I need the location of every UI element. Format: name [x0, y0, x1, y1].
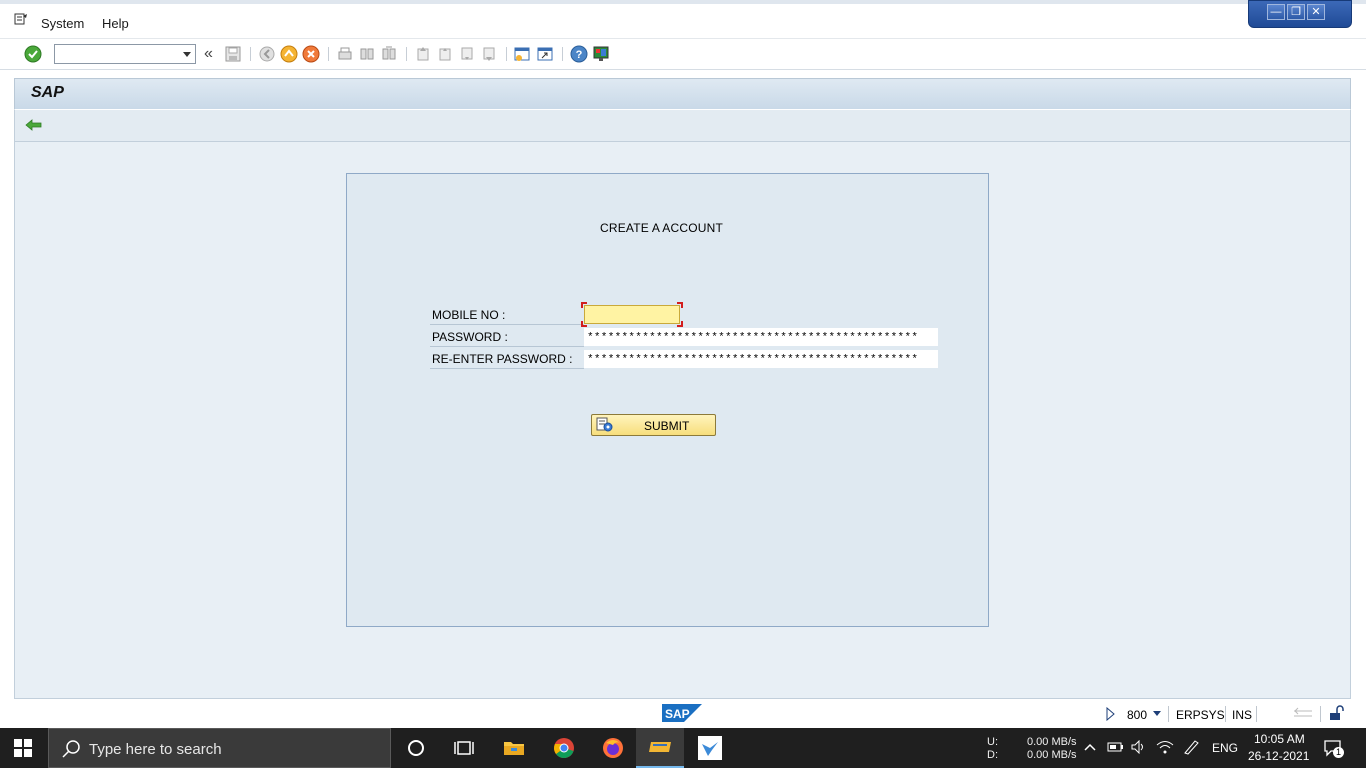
- menu-system[interactable]: System: [41, 16, 84, 31]
- shortcut-icon[interactable]: [536, 45, 554, 63]
- clock-date[interactable]: 26-12-2021: [1248, 749, 1309, 763]
- screen-title-bar: SAP: [14, 78, 1351, 109]
- command-field[interactable]: [54, 44, 196, 64]
- net-upload-value: 0.00 MB/s: [1027, 736, 1077, 748]
- pen-icon[interactable]: [1182, 739, 1200, 755]
- notification-center-icon[interactable]: 1: [1323, 738, 1344, 758]
- save-icon[interactable]: [224, 45, 242, 63]
- chevron-down-icon[interactable]: [1153, 711, 1161, 716]
- collapse-command-field-icon[interactable]: «: [204, 45, 213, 63]
- toolbar-separator: [328, 47, 329, 61]
- app-bird-icon[interactable]: [686, 728, 734, 768]
- form-heading: CREATE A ACCOUNT: [600, 221, 724, 235]
- insert-mode[interactable]: INS: [1232, 708, 1252, 722]
- firefox-icon[interactable]: [589, 728, 637, 768]
- wifi-icon[interactable]: [1156, 740, 1174, 754]
- language-indicator[interactable]: ENG: [1212, 741, 1238, 755]
- focus-corner: [581, 302, 587, 308]
- window-controls: — ❐ ✕: [1248, 0, 1352, 28]
- toolbar-separator: [406, 47, 407, 61]
- status-separator: [1225, 706, 1226, 722]
- cortana-icon[interactable]: [392, 728, 440, 768]
- customize-layout-icon[interactable]: [592, 45, 610, 63]
- create-session-icon[interactable]: [513, 45, 531, 63]
- mobile-no-input[interactable]: [584, 305, 680, 324]
- menu-bar: System Help — ❐ ✕: [0, 0, 1366, 38]
- net-download-value: 0.00 MB/s: [1027, 749, 1077, 761]
- window-top-border: [0, 0, 1366, 4]
- cancel-icon[interactable]: [302, 45, 320, 63]
- status-separator: [1168, 706, 1169, 722]
- reenter-password-label: RE-ENTER PASSWORD :: [430, 349, 584, 369]
- submit-button[interactable]: SUBMIT: [591, 414, 716, 436]
- reenter-password-input[interactable]: ****************************************…: [584, 350, 938, 368]
- find-icon[interactable]: [358, 45, 376, 63]
- client-number: 800: [1127, 708, 1148, 722]
- submit-label: SUBMIT: [644, 419, 690, 433]
- page-title: SAP: [31, 84, 64, 101]
- next-page-icon[interactable]: [458, 45, 476, 63]
- first-page-icon[interactable]: [414, 45, 432, 63]
- customize-menu-icon[interactable]: [14, 13, 28, 25]
- clock-time[interactable]: 10:05 AM: [1254, 732, 1305, 746]
- find-next-icon[interactable]: [380, 45, 398, 63]
- chevron-up-icon[interactable]: [1084, 742, 1096, 752]
- help-icon[interactable]: ?: [570, 45, 588, 63]
- application-toolbar: [14, 109, 1351, 142]
- windows-start-icon[interactable]: [14, 739, 32, 757]
- battery-icon[interactable]: [1106, 740, 1124, 754]
- net-upload-label: U:: [987, 736, 998, 748]
- last-page-icon[interactable]: [480, 45, 498, 63]
- enter-icon[interactable]: [24, 45, 42, 63]
- status-separator: [1256, 706, 1257, 722]
- status-expand-icon[interactable]: [1105, 707, 1115, 721]
- notification-count: 1: [1333, 747, 1344, 758]
- password-label: PASSWORD :: [430, 327, 584, 347]
- system-name: ERPSYS: [1176, 708, 1225, 722]
- create-account-frame: [346, 173, 989, 627]
- search-icon: [62, 740, 80, 758]
- sap-logon-taskbar-icon[interactable]: [636, 728, 684, 768]
- status-separator: [1320, 706, 1321, 722]
- exit-icon[interactable]: [280, 45, 298, 63]
- restore-icon[interactable]: ❐: [1287, 4, 1305, 20]
- password-input[interactable]: ****************************************…: [584, 328, 938, 346]
- minimize-icon[interactable]: —: [1267, 4, 1285, 20]
- volume-icon[interactable]: [1130, 740, 1148, 754]
- back-arrow-icon[interactable]: [25, 118, 43, 132]
- file-explorer-icon[interactable]: [490, 728, 538, 768]
- previous-page-icon[interactable]: [436, 45, 454, 63]
- focus-corner: [677, 302, 683, 308]
- unlock-icon[interactable]: [1329, 705, 1345, 721]
- chevron-down-icon[interactable]: [183, 52, 191, 57]
- search-placeholder: Type here to search: [89, 741, 222, 758]
- close-icon[interactable]: ✕: [1307, 4, 1325, 20]
- taskbar-search-box[interactable]: Type here to search: [48, 728, 391, 768]
- task-view-icon[interactable]: [440, 728, 488, 768]
- toolbar-separator: [506, 47, 507, 61]
- focus-corner: [581, 321, 587, 327]
- back-icon[interactable]: [258, 45, 276, 63]
- sap-logo: SAP: [662, 704, 702, 722]
- chrome-icon[interactable]: [540, 728, 588, 768]
- net-download-label: D:: [987, 749, 998, 761]
- status-bar: SAP 800 ERPSYS INS: [0, 700, 1366, 728]
- menu-help[interactable]: Help: [102, 16, 129, 31]
- system-toolbar: « ?: [0, 38, 1366, 70]
- toolbar-separator: [562, 47, 563, 61]
- print-icon[interactable]: [336, 45, 354, 63]
- svg-text:?: ?: [576, 49, 583, 61]
- layout-icon[interactable]: [1294, 707, 1312, 719]
- focus-corner: [677, 321, 683, 327]
- svg-text:SAP: SAP: [665, 707, 690, 721]
- mobile-no-label: MOBILE NO :: [430, 305, 584, 325]
- windows-taskbar: Type here to search U: D: 0.00 MB/s 0.00…: [0, 728, 1366, 768]
- toolbar-separator: [250, 47, 251, 61]
- execute-icon: [596, 417, 613, 432]
